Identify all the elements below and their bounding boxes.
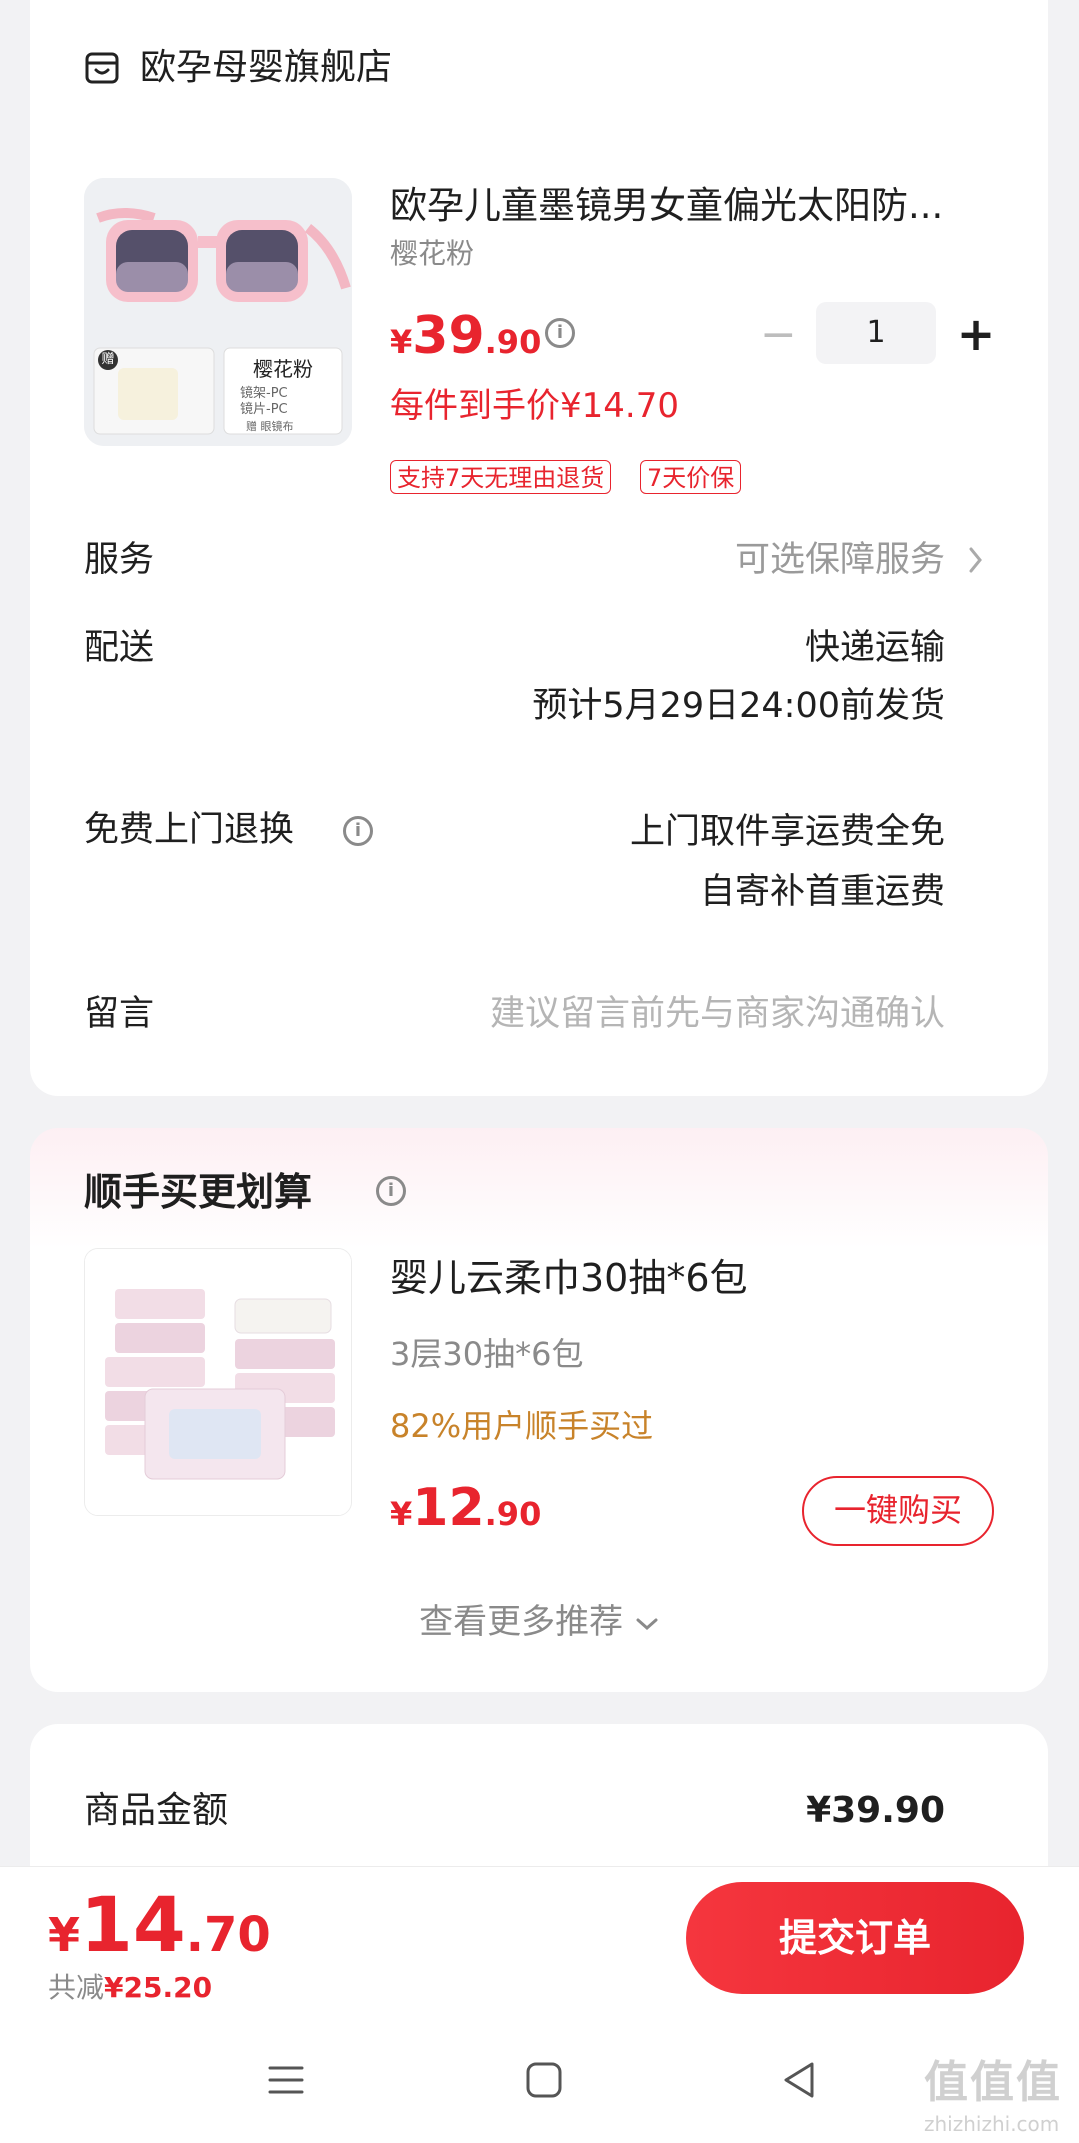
recommend-title: 顺手买更划算 [84,1170,313,1214]
watermark-site: zhizhizhi.com [924,2112,1060,2136]
price-decimal: .90 [484,323,542,361]
total-decimal: .70 [185,1907,271,1963]
thumb-color-label: 樱花粉 [253,357,313,381]
return-self-ship-text: 自寄补首重运费 [699,872,945,912]
message-label: 留言 [84,994,155,1034]
discount-value: ¥25.20 [104,1971,213,2004]
sunglasses-image [84,178,352,446]
tag-7day-return: 支持7天无理由退货 [390,460,612,494]
return-info-icon[interactable]: i [343,816,373,846]
delivery-method: 快递运输 [804,628,945,668]
product-thumbnail[interactable]: 赠 樱花粉 镜架-PC 镜片-PC 赠 眼镜布 [84,178,352,446]
recommend-info-icon[interactable]: i [376,1176,406,1206]
recommend-price-decimal: .90 [484,1495,542,1533]
delivery-label: 配送 [84,628,155,668]
quantity-decrease-button[interactable]: − [760,310,797,360]
free-return-label: 免费上门退换 [84,810,295,850]
discount-label: 共减 [48,1971,105,2004]
total-integer: 14 [80,1880,186,1969]
chevron-right-icon[interactable] [968,546,984,574]
submit-order-button[interactable]: 提交订单 [686,1882,1024,1994]
message-input[interactable]: 建议留言前先与商家沟通确认 [490,990,945,1038]
gift-badge: 赠 [101,352,115,367]
per-piece-price: 每件到手价¥14.70 [390,386,679,426]
watermark-logo: 值值值 [924,2057,1062,2108]
service-value[interactable]: 可选保障服务 [735,536,945,584]
menu-icon[interactable] [266,2060,306,2100]
see-more-label: 查看更多推荐 [419,1602,624,1642]
product-spec[interactable]: 樱花粉 [390,236,474,272]
discount-total: 共减¥25.20 [48,1968,212,2008]
total-currency: ¥ [48,1908,81,1962]
goods-amount-label: 商品金额 [84,1790,229,1831]
tag-7day-price-protect: 7天价保 [640,460,742,494]
price-currency: ¥ [390,323,413,361]
recommend-thumbnail[interactable] [84,1248,352,1516]
recommend-price: ¥12.90 [390,1478,541,1550]
store-icon [85,52,119,84]
recommend-buyers-rate: 82%用户顺手买过 [390,1407,654,1445]
goods-amount-value: ¥39.90 [806,1790,945,1831]
home-icon[interactable] [524,2060,564,2100]
see-more-recommendations[interactable]: 查看更多推荐 [0,1598,1079,1646]
recommend-item-name[interactable]: 婴儿云柔巾30抽*6包 [390,1252,748,1304]
product-name[interactable]: 欧孕儿童墨镜男女童偏光太阳防... [390,182,990,230]
service-label: 服务 [84,540,155,580]
thumb-lens-text: 镜片-PC [240,402,288,417]
back-icon[interactable] [780,2060,820,2100]
thumb-gift-text: 赠 眼镜布 [246,420,294,433]
return-pickup-text: 上门取件享运费全免 [629,812,945,852]
thumb-frame-text: 镜架-PC [240,386,288,401]
price-integer: 39 [412,306,485,366]
delivery-eta: 预计5月29日24:00前发货 [532,686,945,726]
recommend-price-integer: 12 [412,1478,485,1538]
recommend-price-currency: ¥ [390,1495,413,1533]
chevron-down-icon [636,1618,658,1630]
quantity-input[interactable]: 1 [816,302,936,364]
wipes-image [85,1249,351,1515]
product-price: ¥39.90 [390,306,541,378]
quantity-increase-button[interactable]: + [954,306,998,362]
one-click-buy-button[interactable]: 一键购买 [802,1476,994,1546]
store-name[interactable]: 欧孕母婴旗舰店 [140,44,392,92]
price-info-icon[interactable]: i [545,318,575,348]
recommend-item-spec: 3层30抽*6包 [390,1335,584,1373]
